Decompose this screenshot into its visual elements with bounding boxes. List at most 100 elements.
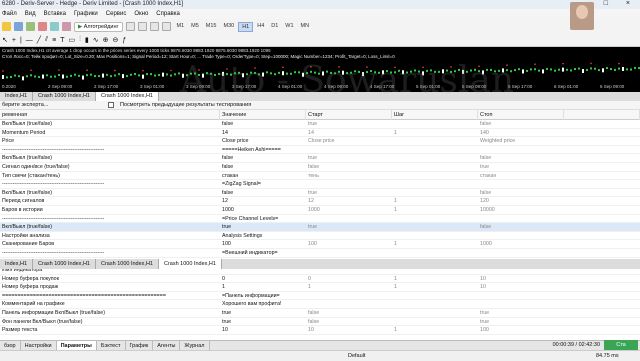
new-chart-icon[interactable] (2, 22, 11, 31)
param-stop[interactable]: 140 (478, 129, 564, 137)
param-step[interactable] (392, 309, 478, 317)
tester-tab[interactable]: Бэктест (97, 341, 126, 350)
param-value[interactable]: 0 (220, 275, 306, 283)
param-stop[interactable] (478, 215, 564, 223)
param-value[interactable]: стакан (220, 172, 306, 180)
param-start[interactable]: 1 (306, 283, 392, 291)
param-step[interactable] (392, 215, 478, 223)
tester-tab[interactable]: Агенты (153, 341, 181, 350)
chart-tab[interactable]: Crash 1000 Index,H1 (96, 259, 159, 269)
table-row[interactable]: Номер буфера продаж 1 1 1 10 (0, 283, 640, 292)
param-value[interactable]: 100 (220, 240, 306, 248)
param-start[interactable]: 100 (306, 240, 392, 248)
param-stop[interactable] (478, 249, 564, 257)
navigator-icon[interactable] (38, 22, 47, 31)
zoom-icon[interactable] (149, 22, 159, 31)
param-stop[interactable]: 10000 (478, 206, 564, 214)
algo-trading-button[interactable]: ▶ Алготрейдинг (74, 21, 123, 32)
terminal-icon[interactable] (50, 22, 59, 31)
timeframe-button[interactable]: W1 (282, 22, 296, 32)
cursor-icon[interactable]: ↖ (2, 36, 8, 44)
zoom-in-icon[interactable]: ⊕ (103, 36, 109, 44)
param-stop[interactable] (478, 180, 564, 188)
param-start[interactable] (306, 180, 392, 188)
column-header[interactable] (564, 110, 640, 120)
table-row[interactable]: Сигнал один/все (true/false) false false tr… (0, 163, 640, 172)
param-stop[interactable] (478, 146, 564, 154)
table-row[interactable]: Вкл/Выкл (true/false)falsetruefalse (0, 189, 640, 198)
param-value[interactable]: =Панель информации= (220, 292, 306, 300)
table-row[interactable]: Панель информации Вкл/Выкл (true/false) t… (0, 309, 640, 318)
chart-tab[interactable]: Crash 1000 Index,H1 (33, 259, 96, 269)
tester-tab[interactable]: бзор (0, 341, 21, 350)
tester-tab[interactable]: Журнал (180, 341, 210, 350)
chart-tab[interactable]: Crash 1000 Index,H1 (33, 92, 96, 101)
param-step[interactable] (392, 154, 478, 162)
timeframe-button[interactable]: M30 (221, 22, 238, 32)
param-value[interactable]: =Внешний индикатор= (220, 249, 306, 257)
chart-type-icon[interactable] (137, 22, 147, 31)
param-stop[interactable]: 1000 (478, 240, 564, 248)
table-row[interactable]: ----------------------------------------… (0, 180, 640, 189)
table-row[interactable]: Комментарий на графике Хорошего вам профи… (0, 300, 640, 310)
candles-icon[interactable]: ▮ (85, 36, 89, 44)
param-start[interactable] (306, 146, 392, 154)
param-stop[interactable]: true (478, 318, 564, 326)
param-start[interactable]: 0 (306, 275, 392, 283)
zoom-out-icon[interactable]: ⊖ (113, 36, 119, 44)
column-header[interactable]: Старт (306, 110, 392, 120)
param-value[interactable]: false (220, 154, 306, 162)
table-row[interactable]: Вкл/Выкл (true/false)falsetruefalse (0, 120, 640, 129)
param-value[interactable]: 1000 (220, 206, 306, 214)
param-step[interactable] (392, 146, 478, 154)
timeframe-button[interactable]: M15 (203, 22, 220, 32)
table-row[interactable]: Price Close price Close price Weighted pric… (0, 137, 640, 146)
param-value[interactable]: 14 (220, 129, 306, 137)
param-step[interactable] (392, 137, 478, 145)
menu-item[interactable]: Сервис (106, 9, 127, 19)
column-header[interactable]: Стоп (478, 110, 564, 120)
param-value[interactable]: true (220, 309, 306, 317)
param-value[interactable]: 1 (220, 283, 306, 291)
param-step[interactable]: 1 (392, 206, 478, 214)
param-start[interactable] (306, 292, 392, 300)
table-row[interactable]: Вкл/Выкл (true/false)falsetruefalse (0, 154, 640, 163)
param-start[interactable]: 14 (306, 129, 392, 137)
table-row[interactable]: Номер буфера покупок 0 0 1 10 (0, 275, 640, 284)
param-start[interactable]: тень (306, 172, 392, 180)
param-step[interactable]: 1 (392, 240, 478, 248)
param-value[interactable]: Хорошего вам профита! (220, 300, 306, 308)
expert-select[interactable]: берите эксперта... (2, 102, 102, 108)
tester-tab[interactable]: График (126, 341, 154, 350)
param-step[interactable] (392, 180, 478, 188)
chart-bars-icon[interactable]: ⫶ (79, 36, 81, 44)
param-value[interactable]: =Price Channel Levels= (220, 215, 306, 223)
param-step[interactable] (392, 163, 478, 171)
param-start[interactable] (306, 232, 392, 240)
menu-item[interactable]: Файл (2, 9, 17, 19)
param-stop[interactable]: 10 (478, 275, 564, 283)
param-start[interactable]: true (306, 120, 392, 128)
new-order-icon[interactable] (125, 22, 135, 31)
param-value[interactable]: =====Heiken Ashi===== (220, 146, 306, 154)
param-step[interactable] (392, 172, 478, 180)
table-row[interactable]: Фон панели Вкл/Выкл (true/false) true fals… (0, 318, 640, 327)
chart-tab[interactable]: Crash 1000 Index,H1 (158, 259, 222, 269)
param-step[interactable] (392, 292, 478, 300)
param-start[interactable]: true (306, 223, 392, 231)
timeframe-button[interactable]: M5 (188, 22, 202, 32)
param-stop[interactable]: Weighted price (478, 137, 564, 145)
shapes-icon[interactable]: ▭ (69, 36, 76, 44)
param-value[interactable]: false (220, 189, 306, 197)
param-stop[interactable]: false (478, 154, 564, 162)
menu-item[interactable]: Вид (25, 9, 36, 19)
param-start[interactable]: false (306, 318, 392, 326)
vertical-line-icon[interactable]: | (20, 37, 22, 44)
chart-tab[interactable]: Crash 1000 Index,H1 (96, 92, 159, 101)
market-watch-icon[interactable] (26, 22, 35, 31)
tester-tab[interactable]: Параметры (56, 341, 97, 350)
param-step[interactable] (392, 300, 478, 308)
table-row[interactable]: ----------------------------------------… (0, 215, 640, 224)
param-value[interactable]: true (220, 318, 306, 326)
param-step[interactable] (392, 318, 478, 326)
